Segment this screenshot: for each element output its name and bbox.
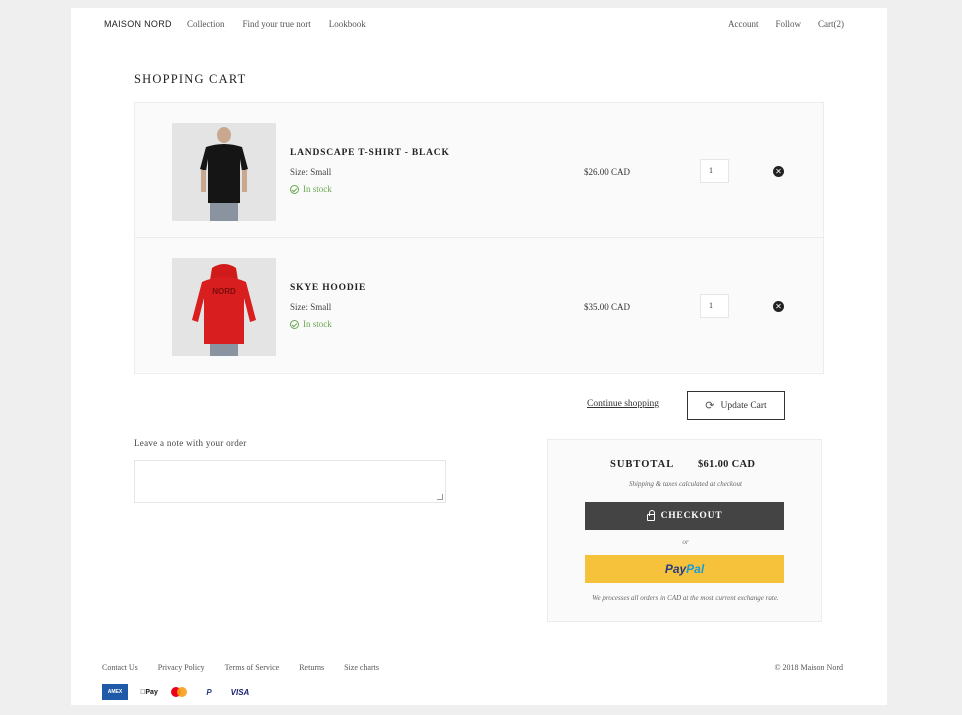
visa-icon: VISA <box>230 687 250 697</box>
nav-follow[interactable]: Follow <box>775 19 801 29</box>
stock-status: In stock <box>290 319 332 329</box>
american-express-icon: AMEX <box>102 684 128 700</box>
order-note-label: Leave a note with your order <box>134 438 247 448</box>
footer-links: Contact Us Privacy Policy Terms of Servi… <box>102 663 379 672</box>
apple-pay-icon: Pay <box>140 688 158 696</box>
paypal-button[interactable]: PayPal <box>585 555 784 583</box>
cart-item: NORD SKYE HOODIE Size: Small In stock $3… <box>135 238 823 372</box>
nav-account[interactable]: Account <box>728 19 759 29</box>
checkout-label: CHECKOUT <box>660 511 723 521</box>
checkout-button[interactable]: CHECKOUT <box>585 502 784 530</box>
nav-cart[interactable]: Cart(2) <box>818 19 844 29</box>
update-cart-label: Update Cart <box>720 400 767 411</box>
order-summary: SUBTOTAL $61.00 CAD Shipping & taxes cal… <box>547 439 822 622</box>
cart-items-list: LANDSCAPE T-SHIRT - BLACK Size: Small In… <box>134 102 824 374</box>
shipping-note: Shipping & taxes calculated at checkout <box>629 480 742 488</box>
mastercard-icon <box>170 685 190 699</box>
remove-item-icon[interactable]: ✕ <box>773 301 784 312</box>
main-nav: Collection Find your true nort Lookbook <box>187 19 366 29</box>
footer-link-size-charts[interactable]: Size charts <box>344 663 379 672</box>
footer-link-contact[interactable]: Contact Us <box>102 663 138 672</box>
continue-shopping-link[interactable]: Continue shopping <box>587 399 659 409</box>
brand-logo[interactable]: MAISON NORD <box>104 19 172 29</box>
footer-link-privacy[interactable]: Privacy Policy <box>158 663 205 672</box>
check-circle-icon <box>290 184 299 194</box>
paypal-text-pal: Pal <box>686 562 705 576</box>
subtotal-label: SUBTOTAL <box>610 459 675 470</box>
copyright: © 2018 Maison Nord <box>774 663 843 672</box>
quantity-input[interactable]: 1 <box>700 294 729 318</box>
paypal-logo: PayPal <box>665 562 704 576</box>
or-divider: or <box>682 538 689 546</box>
remove-item-icon[interactable]: ✕ <box>773 166 784 177</box>
nav-lookbook[interactable]: Lookbook <box>329 19 366 29</box>
refresh-icon: ⟳ <box>705 399 715 412</box>
cart-item: LANDSCAPE T-SHIRT - BLACK Size: Small In… <box>135 103 823 238</box>
nav-collection[interactable]: Collection <box>187 19 225 29</box>
item-price: $35.00 CAD <box>584 302 631 312</box>
svg-text:NORD: NORD <box>212 287 236 296</box>
quantity-input[interactable]: 1 <box>700 159 729 183</box>
footer-link-returns[interactable]: Returns <box>299 663 324 672</box>
footer-link-terms[interactable]: Terms of Service <box>225 663 280 672</box>
red-hoodie-figure: NORD <box>172 258 276 356</box>
item-size: Size: Small <box>290 302 332 312</box>
page-title: SHOPPING CART <box>134 72 247 86</box>
paypal-text-pay: Pay <box>664 562 687 576</box>
nav-find-true-north[interactable]: Find your true nort <box>243 19 311 29</box>
update-cart-button[interactable]: ⟳ Update Cart <box>687 391 785 420</box>
stock-label: In stock <box>303 184 332 194</box>
check-circle-icon <box>290 319 299 329</box>
stock-label: In stock <box>303 319 332 329</box>
exchange-rate-note: We processes all orders in CAD at the mo… <box>592 594 779 602</box>
black-tshirt-photo[interactable] <box>172 123 276 221</box>
payment-icons: AMEX Pay P VISA <box>102 684 252 700</box>
red-hoodie-photo[interactable]: NORD <box>172 258 276 356</box>
order-note-textarea[interactable] <box>134 460 446 503</box>
black-tshirt-figure <box>172 123 276 221</box>
item-name[interactable]: LANDSCAPE T-SHIRT - BLACK <box>290 148 450 158</box>
item-name[interactable]: SKYE HOODIE <box>290 283 366 293</box>
item-price: $26.00 CAD <box>584 167 631 177</box>
account-nav: Account Follow Cart(2) <box>728 19 844 29</box>
paypal-icon: P <box>206 687 212 697</box>
item-size: Size: Small <box>290 167 332 177</box>
lock-icon <box>646 510 655 521</box>
stock-status: In stock <box>290 184 332 194</box>
subtotal-value: $61.00 CAD <box>698 459 756 470</box>
page-container: MAISON NORD Collection Find your true no… <box>71 8 887 705</box>
